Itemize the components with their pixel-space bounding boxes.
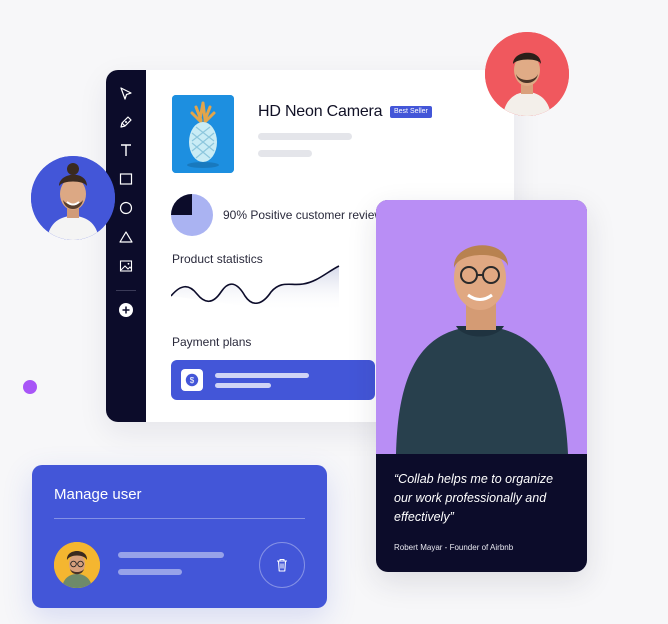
manage-user-divider [54, 518, 305, 519]
tool-sidebar [106, 70, 146, 422]
payment-plan-option[interactable]: $ [171, 360, 375, 400]
pen-icon[interactable] [114, 110, 138, 134]
testimonial-quote: “Collab helps me to organize our work pr… [394, 472, 554, 524]
plan-price-placeholder [215, 383, 271, 388]
decorative-dot [23, 380, 37, 394]
testimonial-card: “Collab helps me to organize our work pr… [376, 200, 587, 572]
pie-slice-highlight [171, 194, 192, 215]
review-pie-chart [171, 194, 213, 236]
avatar-left [31, 156, 115, 240]
text-icon[interactable] [114, 138, 138, 162]
statistics-sparkline [171, 265, 340, 312]
svg-text:$: $ [190, 376, 195, 385]
add-icon[interactable] [114, 298, 138, 322]
product-subtitle-placeholder [258, 133, 352, 140]
delete-user-button[interactable] [259, 542, 305, 588]
testimonial-photo [376, 200, 587, 454]
dollar-icon: $ [181, 369, 203, 391]
product-meta-placeholder [258, 150, 312, 157]
triangle-icon[interactable] [114, 225, 138, 249]
toolbar-divider [116, 290, 136, 291]
payment-plans-label: Payment plans [172, 335, 252, 349]
image-icon[interactable] [114, 254, 138, 278]
user-email-placeholder [118, 569, 182, 575]
manage-user-card: Manage user [32, 465, 327, 608]
product-title: HD Neon Camera [258, 103, 383, 120]
manage-user-title: Manage user [54, 486, 142, 503]
best-seller-badge: Best Seller [390, 106, 432, 118]
avatar-top-right [485, 32, 569, 116]
sparkline-fill [171, 266, 339, 312]
rectangle-icon[interactable] [114, 167, 138, 191]
product-thumbnail [172, 95, 234, 173]
showcase-canvas: HD Neon Camera Best Seller 90% Positive … [0, 0, 668, 624]
circle-icon[interactable] [114, 196, 138, 220]
trash-icon [277, 558, 287, 572]
user-avatar [54, 542, 100, 588]
testimonial-author: Robert Mayar - Founder of Airbnb [394, 543, 514, 552]
cursor-icon[interactable] [114, 82, 138, 106]
user-name-placeholder [118, 552, 224, 558]
plan-name-placeholder [215, 373, 309, 378]
review-summary: 90% Positive customer reviews [223, 208, 378, 222]
